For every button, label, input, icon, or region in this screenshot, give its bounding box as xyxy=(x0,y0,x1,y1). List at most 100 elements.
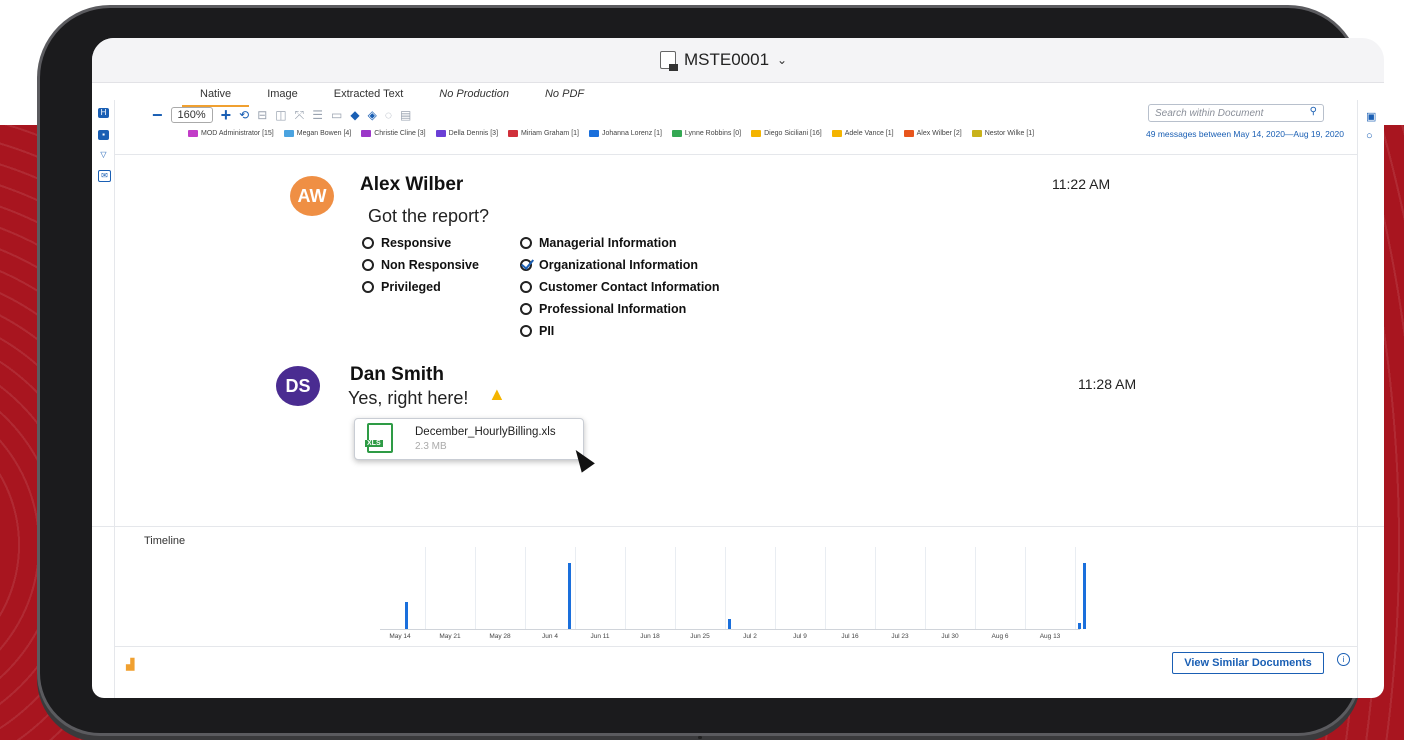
participant-color-swatch xyxy=(361,130,372,137)
timeline-tick-label: Aug 13 xyxy=(1039,633,1061,640)
info-icon[interactable]: i xyxy=(1337,653,1350,666)
message-count: 49 messages between May 14, 2020—Aug 19,… xyxy=(1146,129,1344,139)
participant-color-swatch xyxy=(903,130,914,137)
participant-chip[interactable]: Adele Vance [1] xyxy=(831,130,894,137)
timeline-gridline xyxy=(875,547,876,629)
camera-dot xyxy=(698,736,702,739)
participant-chip[interactable]: MOD Administrator [15] xyxy=(188,130,274,137)
option-responsive[interactable]: Responsive xyxy=(362,236,451,250)
timeline-gridline xyxy=(425,547,426,629)
radio-icon[interactable] xyxy=(520,325,532,337)
option-non-responsive[interactable]: Non Responsive xyxy=(362,258,479,272)
image-icon[interactable]: ▪ xyxy=(98,130,109,140)
option-professional-information[interactable]: Professional Information xyxy=(520,302,686,316)
tablet-frame: MSTE0001 ⌄ Native Image Extracted Text N… xyxy=(40,8,1384,733)
thumbs-up-icon: ▲ xyxy=(488,384,506,404)
checked-radio-icon[interactable] xyxy=(520,259,532,271)
expand-icon[interactable]: ⤧ xyxy=(295,108,305,123)
option-privileged[interactable]: Privileged xyxy=(362,280,441,294)
timeline-axis xyxy=(380,629,1080,630)
highlight-tool-icon[interactable]: ◆ xyxy=(350,108,359,122)
timeline-chart[interactable]: May 14 May 21 May 28 Jun 4 Jun 11 Jun 18 Jun 2… xyxy=(380,547,1086,640)
option-customer-contact-information[interactable]: Customer Contact Information xyxy=(520,280,720,294)
timeline-bar[interactable] xyxy=(567,563,571,629)
excel-file-icon: XLS xyxy=(365,423,393,453)
view-similar-documents-button[interactable]: View Similar Documents xyxy=(1172,652,1324,674)
app-screen: MSTE0001 ⌄ Native Image Extracted Text N… xyxy=(92,38,1384,698)
highlight-icon[interactable]: H xyxy=(98,108,109,118)
option-organizational-information[interactable]: Organizational Information xyxy=(520,258,698,272)
timeline-gridline xyxy=(725,547,726,629)
participant-chip[interactable]: Megan Bowen [4] xyxy=(283,130,351,137)
radio-icon[interactable] xyxy=(520,303,532,315)
participant-chip[interactable]: Miriam Graham [1] xyxy=(508,130,579,137)
timeline-tick-label: Jul 16 xyxy=(841,633,859,640)
rotate-icon[interactable]: ⟲ xyxy=(239,108,249,122)
fit-width-icon[interactable]: ◫ xyxy=(275,108,286,122)
footer-divider xyxy=(114,646,1358,647)
document-panel-icon[interactable]: ▣ xyxy=(1366,110,1376,123)
document-title[interactable]: MSTE0001 ⌄ xyxy=(660,50,787,71)
comment-icon[interactable]: ◌ xyxy=(385,108,392,122)
timeline-gridline xyxy=(675,547,676,629)
document-icon xyxy=(660,51,678,71)
timeline-tick-label: Jun 4 xyxy=(542,633,558,640)
participant-color-swatch xyxy=(751,130,762,137)
timeline-gridline xyxy=(525,547,526,629)
timeline-label: Timeline xyxy=(144,535,186,547)
participant-chip[interactable]: Nestor Wilke [1] xyxy=(971,130,1034,137)
timeline-gridline xyxy=(975,547,976,629)
zoom-level[interactable]: 160% xyxy=(170,107,213,123)
timeline-gridline xyxy=(475,547,476,629)
timeline-tick-label: Jun 11 xyxy=(590,633,610,640)
list-view-icon[interactable]: ☰ xyxy=(312,108,323,122)
participant-color-swatch xyxy=(971,130,982,137)
radio-icon[interactable] xyxy=(520,281,532,293)
participant-color-swatch xyxy=(508,130,519,137)
radio-icon[interactable] xyxy=(362,259,374,271)
thumbnail-icon[interactable]: ▭ xyxy=(331,108,342,122)
participant-label: Miriam Graham [1] xyxy=(521,130,579,137)
zoom-out-button[interactable]: − xyxy=(152,106,163,124)
option-managerial-information[interactable]: Managerial Information xyxy=(520,236,677,250)
participant-chip[interactable]: Lynne Robbins [0] xyxy=(671,130,741,137)
timeline-tick-label: Jul 30 xyxy=(941,633,959,640)
search-panel-icon[interactable]: ○ xyxy=(1366,130,1373,142)
participant-chip[interactable]: Diego Siciliani [16] xyxy=(751,130,822,137)
participant-label: Johanna Lorenz [1] xyxy=(601,130,662,137)
filter-icon[interactable]: ▽ xyxy=(98,150,109,160)
timeline-gridline xyxy=(775,547,776,629)
timeline-gridline xyxy=(825,547,826,629)
timeline-tick-label: Jun 25 xyxy=(690,633,710,640)
timeline-tick-label: May 21 xyxy=(439,633,461,640)
fit-page-icon[interactable]: ⊟ xyxy=(257,108,267,122)
radio-icon[interactable] xyxy=(362,281,374,293)
avatar: DS xyxy=(276,366,320,406)
timeline-bar[interactable] xyxy=(405,601,408,629)
participant-chip[interactable]: Della Dennis [3] xyxy=(435,130,498,137)
zoom-in-button[interactable]: + xyxy=(221,106,232,124)
participant-chip[interactable]: Alex Wilber [2] xyxy=(903,130,962,137)
timeline-bar[interactable] xyxy=(1077,622,1081,629)
mail-icon[interactable]: ✉ xyxy=(98,170,111,182)
message-text: Yes, right here! xyxy=(348,388,469,408)
participant-chip[interactable]: Johanna Lorenz [1] xyxy=(588,130,662,137)
timeline-gridline xyxy=(575,547,576,629)
participant-chip[interactable]: Christie Cline [3] xyxy=(361,130,426,137)
chevron-down-icon[interactable]: ⌄ xyxy=(777,53,787,67)
timeline-bar[interactable] xyxy=(727,619,731,629)
print-icon[interactable]: ▤ xyxy=(400,108,411,122)
radio-icon[interactable] xyxy=(520,237,532,249)
attachment-card[interactable]: XLS December_HourlyBilling.xls 2.3 MB xyxy=(354,418,584,460)
bar-chart-icon[interactable]: ▟ xyxy=(126,658,134,671)
participant-list: MOD Administrator [15] Megan Bowen [4] Chr… xyxy=(188,130,1308,137)
participant-label: Adele Vance [1] xyxy=(844,130,894,137)
document-search-input[interactable]: Search within Document ⚲ xyxy=(1148,104,1324,122)
timeline-bar[interactable] xyxy=(1082,563,1086,629)
timeline-tick-label: Jul 2 xyxy=(743,633,757,640)
search-icon[interactable]: ⚲ xyxy=(1310,106,1317,117)
radio-icon[interactable] xyxy=(362,237,374,249)
option-pii[interactable]: PII xyxy=(520,324,554,338)
redact-tool-icon[interactable]: ◈ xyxy=(368,108,377,122)
sender-name: Alex Wilber xyxy=(360,174,464,195)
